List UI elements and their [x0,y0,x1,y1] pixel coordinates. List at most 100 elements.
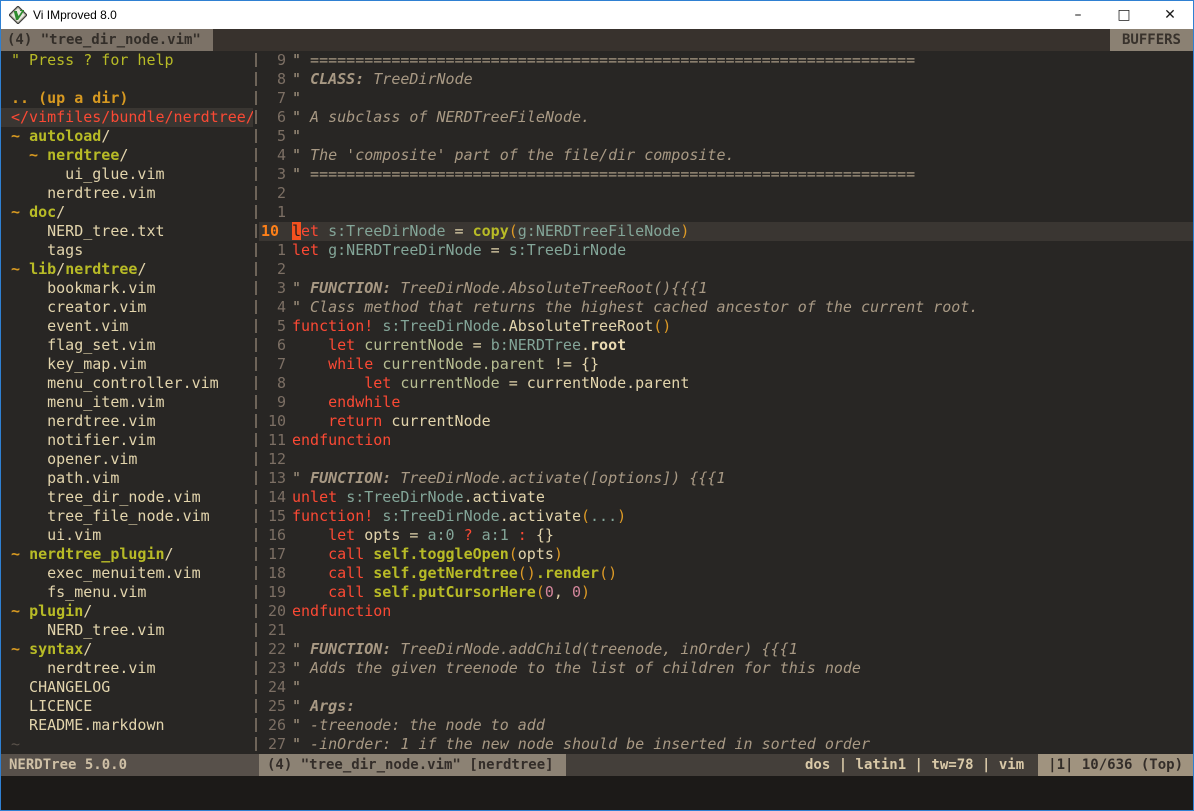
tree-item[interactable]: README.markdown [1,716,253,735]
tree-item[interactable]: menu_item.vim [1,393,253,412]
code-line[interactable]: 3" FUNCTION: TreeDirNode.AbsoluteTreeRoo… [259,279,1193,298]
code-line[interactable]: 10 return currentNode [259,412,1193,431]
code-line[interactable]: 11endfunction [259,431,1193,450]
code-line[interactable]: 22" FUNCTION: TreeDirNode.addChild(treen… [259,640,1193,659]
code-line[interactable]: 19 call self.putCursorHere(0, 0) [259,583,1193,602]
tree-item-text: ~ syntax/ [5,640,92,659]
code-line[interactable]: 5" [259,127,1193,146]
statusline-filename: (4) "tree_dir_node.vim" [nerdtree] [259,754,566,776]
tree-item[interactable]: ~ autoload/ [1,127,253,146]
code-line[interactable]: 25" Args: [259,697,1193,716]
code-line[interactable]: 6 let currentNode = b:NERDTree.root [259,336,1193,355]
code-line[interactable]: 26" -treenode: the node to add [259,716,1193,735]
tree-item-text: nerdtree.vim [5,659,156,678]
tree-item-text: NERD_tree.txt [5,222,165,241]
tree-item[interactable]: tree_dir_node.vim [1,488,253,507]
tree-item[interactable]: bookmark.vim [1,279,253,298]
tree-item[interactable]: NERD_tree.vim [1,621,253,640]
tree-item[interactable]: menu_controller.vim [1,374,253,393]
tree-item[interactable]: event.vim [1,317,253,336]
tree-item[interactable]: ~ nerdtree/ [1,146,253,165]
code-line[interactable]: 21 [259,621,1193,640]
tree-item[interactable]: key_map.vim [1,355,253,374]
tree-item[interactable]: ~ [1,735,253,754]
code-line[interactable]: 1let g:NERDTreeDirNode = s:TreeDirNode [259,241,1193,260]
tree-item[interactable]: ui.vim [1,526,253,545]
code-line[interactable]: 13" FUNCTION: TreeDirNode.activate([opti… [259,469,1193,488]
code-line[interactable]: 6" A subclass of NERDTreeFileNode. [259,108,1193,127]
code-line[interactable]: 10let s:TreeDirNode = copy(g:NERDTreeFil… [259,222,1193,241]
statusline-flags: dos | latin1 | tw=78 | vim [805,754,1038,776]
code-line-text: function! s:TreeDirNode.AbsoluteTreeRoot… [286,317,671,336]
code-line[interactable]: 8 let currentNode = currentNode.parent [259,374,1193,393]
code-line[interactable]: 24" [259,678,1193,697]
tree-item[interactable]: ui_glue.vim [1,165,253,184]
command-line[interactable] [1,776,1193,810]
line-number: 9 [259,51,286,70]
close-button[interactable]: ✕ [1147,1,1193,29]
maximize-button[interactable]: □ [1101,1,1147,29]
tree-item[interactable]: opener.vim [1,450,253,469]
code-line[interactable]: 9 endwhile [259,393,1193,412]
code-line[interactable]: 14unlet s:TreeDirNode.activate [259,488,1193,507]
code-line[interactable]: 27" -inOrder: 1 if the new node should b… [259,735,1193,754]
code-line[interactable]: 7" [259,89,1193,108]
line-number: 15 [259,507,286,526]
tree-item-text: notifier.vim [5,431,156,450]
line-number: 22 [259,640,286,659]
code-line[interactable]: 2 [259,184,1193,203]
tree-item[interactable]: fs_menu.vim [1,583,253,602]
tree-item[interactable]: ~ syntax/ [1,640,253,659]
tree-item[interactable]: ~ nerdtree_plugin/ [1,545,253,564]
code-line[interactable]: 4" Class method that returns the highest… [259,298,1193,317]
code-line[interactable]: 15function! s:TreeDirNode.activate(...) [259,507,1193,526]
tree-item[interactable]: tags [1,241,253,260]
tree-item[interactable]: .. (up a dir) [1,89,253,108]
code-line[interactable]: 8" CLASS: TreeDirNode [259,70,1193,89]
code-line[interactable]: 17 call self.toggleOpen(opts) [259,545,1193,564]
code-line[interactable]: 2 [259,260,1193,279]
code-line-text: " Adds the given treenode to the list of… [286,659,861,678]
code-line-text [286,621,292,640]
tree-item[interactable]: notifier.vim [1,431,253,450]
tree-item[interactable]: ~ lib/nerdtree/ [1,260,253,279]
line-number: 12 [259,450,286,469]
tree-item[interactable]: NERD_tree.txt [1,222,253,241]
tab-buffers-label[interactable]: BUFFERS [1110,29,1193,51]
tree-item[interactable]: path.vim [1,469,253,488]
tree-item[interactable]: nerdtree.vim [1,184,253,203]
line-number: 10 [259,222,286,241]
code-line[interactable]: 5function! s:TreeDirNode.AbsoluteTreeRoo… [259,317,1193,336]
tree-item[interactable]: </vimfiles/bundle/nerdtree/ [1,108,253,127]
tree-item[interactable]: " Press ? for help [1,51,253,70]
code-line[interactable]: 16 let opts = a:0 ? a:1 : {} [259,526,1193,545]
line-number: 27 [259,735,286,754]
code-line[interactable]: 20endfunction [259,602,1193,621]
code-line[interactable]: 9" =====================================… [259,51,1193,70]
tree-item-text: key_map.vim [5,355,146,374]
tree-item[interactable]: CHANGELOG [1,678,253,697]
code-line-text [286,260,292,279]
tree-item[interactable]: creator.vim [1,298,253,317]
line-number: 7 [259,89,286,108]
tree-item[interactable]: ~ plugin/ [1,602,253,621]
tree-item[interactable]: flag_set.vim [1,336,253,355]
code-line[interactable]: 4" The 'composite' part of the file/dir … [259,146,1193,165]
code-line[interactable]: 3" =====================================… [259,165,1193,184]
tree-item[interactable]: exec_menuitem.vim [1,564,253,583]
tree-item[interactable]: LICENCE [1,697,253,716]
tree-item[interactable]: nerdtree.vim [1,659,253,678]
tree-item[interactable] [1,70,253,89]
code-line[interactable]: 18 call self.getNerdtree().render() [259,564,1193,583]
code-line[interactable]: 23" Adds the given treenode to the list … [259,659,1193,678]
tab-active-buffer[interactable]: (4) "tree_dir_node.vim" [1,29,213,51]
tree-item[interactable]: tree_file_node.vim [1,507,253,526]
code-line[interactable]: 1 [259,203,1193,222]
minimize-button[interactable]: – [1055,1,1101,29]
code-line-text: " Args: [286,697,355,716]
line-number: 19 [259,583,286,602]
tree-item[interactable]: ~ doc/ [1,203,253,222]
tree-item[interactable]: nerdtree.vim [1,412,253,431]
code-line[interactable]: 7 while currentNode.parent != {} [259,355,1193,374]
code-line[interactable]: 12 [259,450,1193,469]
